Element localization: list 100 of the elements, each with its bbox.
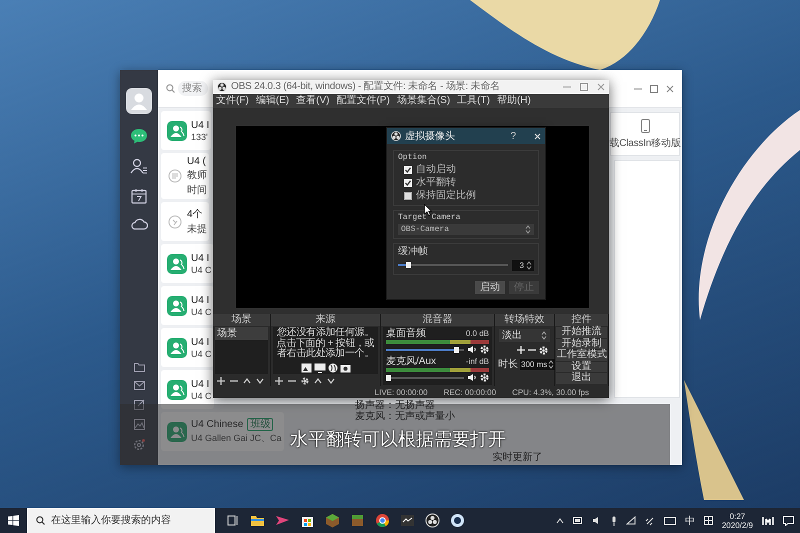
- paper-plane-icon[interactable]: [275, 513, 290, 528]
- scene-item[interactable]: 场景: [215, 327, 268, 340]
- grid-icon[interactable]: [704, 516, 713, 525]
- folder-icon[interactable]: [250, 513, 265, 528]
- edit-icon[interactable]: [134, 399, 144, 410]
- control-button[interactable]: 设置: [556, 362, 607, 372]
- plus-icon[interactable]: [217, 376, 225, 384]
- transition-dropdown[interactable]: 淡出: [499, 329, 550, 342]
- spinner-arrows-icon[interactable]: [541, 331, 547, 340]
- plus-icon[interactable]: [275, 376, 283, 384]
- menu-item[interactable]: 文件(F): [216, 94, 249, 108]
- chat-bubble-icon[interactable]: [130, 128, 148, 144]
- speaker-icon[interactable]: [467, 345, 477, 354]
- camera-app-icon[interactable]: [450, 513, 465, 528]
- conversation-item[interactable]: U4 I U4 C: [161, 286, 214, 325]
- conversation-item[interactable]: U4 I U4 C: [161, 328, 214, 367]
- menu-item[interactable]: 帮助(H): [496, 94, 531, 108]
- group-label: Option: [398, 153, 428, 163]
- menu-item[interactable]: 工具(T): [457, 94, 490, 108]
- microphone-icon[interactable]: [610, 516, 617, 526]
- windows-logo-icon[interactable]: [8, 515, 19, 526]
- chevron-up-icon[interactable]: [556, 516, 564, 524]
- folder-icon[interactable]: [134, 362, 144, 372]
- conversation-item[interactable]: U4 I U4 C: [161, 370, 214, 409]
- spinner-arrows-icon[interactable]: [548, 360, 554, 368]
- group-avatar-icon[interactable]: [167, 380, 187, 400]
- maximize-icon[interactable]: [580, 83, 588, 91]
- buffer-spinbox[interactable]: 3: [512, 260, 534, 270]
- group-avatar-icon[interactable]: [167, 254, 187, 274]
- status-line: 实时更新了: [492, 452, 542, 463]
- conversation-item[interactable]: U4 I 133': [161, 111, 212, 150]
- mobile-download-card[interactable]: 载ClassIn移动版: [610, 112, 680, 156]
- group-label: 缓冲帧: [398, 246, 429, 258]
- spinner-arrows-icon[interactable]: [525, 225, 531, 234]
- link-icon[interactable]: [644, 516, 655, 526]
- chevron-down-icon[interactable]: [256, 376, 264, 384]
- image-icon[interactable]: [134, 419, 144, 430]
- speaker-icon[interactable]: [467, 373, 477, 382]
- battery-icon[interactable]: [572, 517, 583, 524]
- camera-dropdown[interactable]: OBS-Camera: [398, 224, 534, 235]
- taskbar-search-field[interactable]: 在这里输入你要搜索的内容: [27, 508, 215, 533]
- contacts-icon[interactable]: [130, 158, 148, 174]
- user-avatar-icon[interactable]: [126, 88, 152, 114]
- calendar-icon[interactable]: [131, 188, 147, 204]
- conversation-preview: 133': [191, 132, 209, 142]
- task-view-icon[interactable]: [225, 513, 240, 528]
- help-button[interactable]: ?: [510, 130, 516, 142]
- image-source-icon[interactable]: [300, 363, 312, 373]
- dialog-button[interactable]: 启动: [475, 281, 505, 294]
- control-button[interactable]: 开始录制: [556, 338, 607, 349]
- menu-item[interactable]: 配置文件(P): [336, 94, 390, 108]
- subtitle-caption: 水平翻转可以根据需要打开: [290, 428, 506, 450]
- close-icon[interactable]: [666, 84, 674, 92]
- keyboard-icon[interactable]: [664, 516, 676, 524]
- globe-icon[interactable]: [328, 363, 338, 373]
- volume-slider[interactable]: [386, 374, 464, 380]
- control-button[interactable]: 开始推流: [556, 327, 607, 338]
- menu-item[interactable]: 查看(V): [296, 94, 330, 108]
- duration-label: 时长: [498, 358, 518, 371]
- cloud-icon[interactable]: [130, 218, 148, 230]
- bars-icon[interactable]: [762, 516, 774, 526]
- control-button[interactable]: 退出: [556, 373, 607, 384]
- group-avatar-icon[interactable]: [167, 338, 187, 358]
- chevron-down-icon[interactable]: [327, 376, 335, 384]
- checkbox[interactable]: [404, 192, 412, 200]
- notification-icon[interactable]: [783, 516, 794, 526]
- menu-item[interactable]: 场景集合(S): [396, 94, 450, 108]
- search-field[interactable]: 搜索: [178, 81, 208, 96]
- settings-icon[interactable]: [301, 376, 309, 384]
- status-text: REC: 00:00:00: [444, 388, 496, 396]
- taskbar-clock[interactable]: 0:27 2020/2/9: [722, 512, 753, 530]
- conversation-item[interactable]: U4 I U4 C: [161, 244, 214, 283]
- group-avatar-icon[interactable]: [167, 120, 187, 140]
- input-method-indicator[interactable]: 中: [684, 514, 695, 528]
- network-icon[interactable]: [626, 516, 636, 525]
- wave-app-icon[interactable]: [400, 513, 415, 528]
- monitor-icon[interactable]: [314, 363, 326, 373]
- grass-block-icon[interactable]: [350, 513, 365, 528]
- spinner-arrows-icon[interactable]: [526, 260, 532, 270]
- camera-icon[interactable]: [340, 363, 350, 373]
- menu-item[interactable]: 编辑(E): [256, 94, 290, 108]
- class-tag: 班级: [247, 418, 274, 431]
- duration-field[interactable]: 300 ms: [520, 358, 556, 370]
- grass-block-icon[interactable]: [325, 513, 340, 528]
- group-avatar-icon[interactable]: [167, 296, 187, 316]
- checkbox-label: 自动启动: [416, 164, 456, 176]
- chrome-icon[interactable]: [375, 513, 390, 528]
- conversation-item[interactable]: 4个 未提: [161, 202, 209, 241]
- channel-reading: 0.0 dB: [466, 329, 489, 338]
- phone-icon: [640, 118, 650, 132]
- checkbox[interactable]: [404, 179, 412, 187]
- mail-icon[interactable]: [134, 381, 144, 390]
- conversation-item[interactable]: U4 ( 教师 时间: [161, 153, 209, 199]
- conversation-preview: U4 C: [191, 390, 212, 400]
- conversation-item[interactable]: U4 Chinese 班级 U4 Gallen Gai JC、Ca: [161, 412, 284, 451]
- maximize-icon[interactable]: [650, 84, 658, 92]
- obs-logo-icon[interactable]: [425, 513, 440, 528]
- chevron-up-icon[interactable]: [243, 376, 251, 384]
- chevron-up-icon[interactable]: [314, 376, 322, 384]
- checkbox[interactable]: [404, 166, 412, 174]
